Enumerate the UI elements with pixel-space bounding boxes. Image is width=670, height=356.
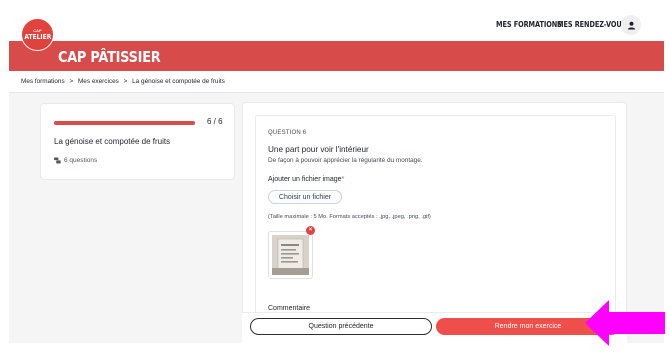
app-window: MES FORMATIONS MES RENDEZ-VOUS CAP ATELI… <box>9 10 664 343</box>
question-number: QUESTION 6 <box>268 130 307 136</box>
question-footer: Question précédente Rendre mon exercice <box>242 312 627 343</box>
questions-count: 6 questions <box>54 157 97 164</box>
breadcrumb-separator: > <box>69 78 74 85</box>
atelier-logo[interactable]: CAP ATELIER <box>21 18 54 51</box>
file-size-hint: (Taille maximale : 5 Mo. Formats accepté… <box>268 214 431 220</box>
logo-text: ATELIER <box>24 33 51 41</box>
questions-count-label: 6 questions <box>64 157 98 164</box>
photo-preview <box>272 235 309 275</box>
user-icon <box>627 21 635 30</box>
nav-mes-formations[interactable]: MES FORMATIONS <box>496 20 562 29</box>
question-card: QUESTION 6 Une part pour voir l'intérieu… <box>242 102 627 343</box>
progress-text: 6 / 6 <box>207 117 223 126</box>
arrow-left-icon <box>585 300 665 346</box>
uploaded-image <box>272 235 309 275</box>
breadcrumb-item-current: La génoise et compotée de fruits <box>132 78 225 85</box>
question-content: QUESTION 6 Une part pour voir l'intérieu… <box>255 115 616 343</box>
choose-file-button[interactable]: Choisir un fichier <box>268 190 342 204</box>
question-title: Une part pour voir l'intérieur <box>268 145 369 154</box>
uploaded-image-thumbnail[interactable] <box>268 231 313 279</box>
comment-label: Commentaire <box>268 305 311 312</box>
nav-mes-rendez-vous[interactable]: MES RENDEZ-VOUS <box>557 20 626 29</box>
question-description: De façon à pouvoir apprécier la régulari… <box>268 157 423 164</box>
breadcrumb-item-exercices[interactable]: Mes exercices <box>78 78 119 85</box>
exercise-summary-card: 6 / 6 La génoise et compotée de fruits 6… <box>40 103 235 180</box>
file-upload-label: Ajouter un fichier image* <box>268 176 344 183</box>
remove-image-button[interactable]: × <box>306 226 315 235</box>
required-mark: * <box>341 176 345 183</box>
course-banner: CAP PÂTISSIER <box>9 41 664 71</box>
breadcrumb-bar: Mes formations > Mes exercices > La géno… <box>9 71 664 93</box>
list-icon <box>54 157 61 164</box>
progress-bar <box>54 121 195 125</box>
user-menu-button[interactable] <box>621 15 641 35</box>
breadcrumb-item-formations[interactable]: Mes formations <box>21 78 65 85</box>
progress-fill <box>54 121 195 125</box>
exercise-title: La génoise et compotée de fruits <box>54 137 171 146</box>
previous-question-button[interactable]: Question précédente <box>250 318 432 335</box>
close-icon: × <box>308 227 313 233</box>
breadcrumb: Mes formations > Mes exercices > La géno… <box>21 78 225 85</box>
file-upload-label-text: Ajouter un fichier image <box>268 176 342 183</box>
breadcrumb-separator: > <box>123 78 128 85</box>
page-title: CAP PÂTISSIER <box>58 48 161 66</box>
top-navbar: MES FORMATIONS MES RENDEZ-VOUS <box>9 10 664 41</box>
